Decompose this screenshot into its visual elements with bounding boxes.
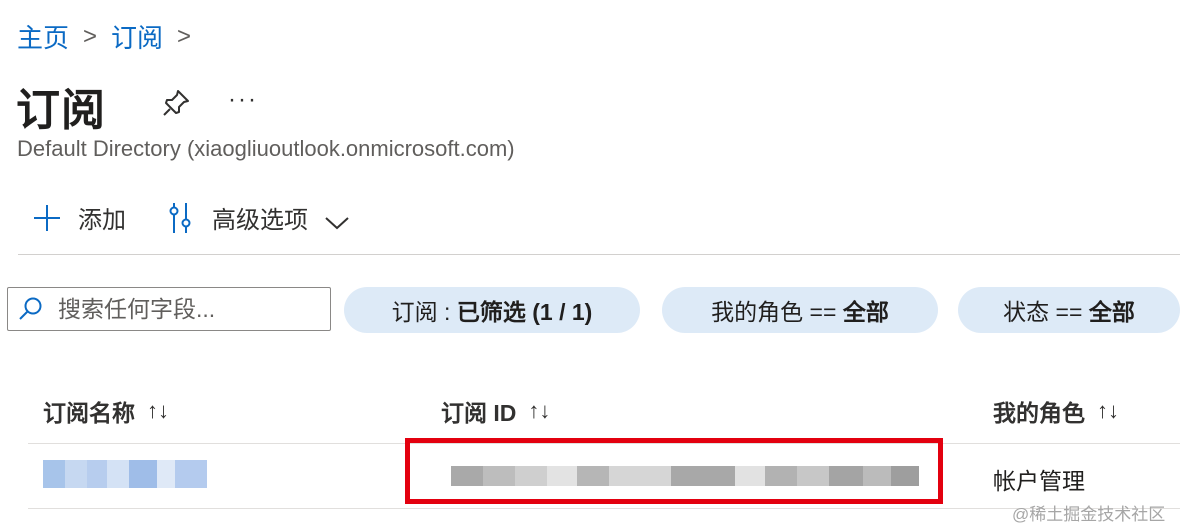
sort-arrows-icon[interactable]: ↑↓: [1097, 398, 1119, 424]
my-role-cell: 帐户管理: [993, 468, 1085, 494]
column-header-subscription-name[interactable]: 订阅名称 ↑↓: [43, 394, 169, 428]
search-box[interactable]: [7, 287, 331, 331]
breadcrumb-subscriptions[interactable]: 订阅: [111, 18, 163, 55]
column-header-my-role[interactable]: 我的角色 ↑↓: [993, 394, 1119, 428]
chevron-down-icon: [324, 210, 350, 229]
highlight-box-subscription-id: [405, 438, 943, 504]
filter-my-role-value: 全部: [842, 299, 889, 325]
pin-icon[interactable]: [160, 87, 192, 119]
breadcrumb-home[interactable]: 主页: [17, 18, 69, 55]
settings-sliders-icon: [168, 201, 192, 235]
sort-arrows-icon[interactable]: ↑↓: [528, 398, 550, 424]
filter-subscription-value: 已筛选 (1 / 1): [456, 299, 593, 325]
column-header-label: 订阅 ID: [441, 400, 517, 426]
column-header-label: 我的角色: [993, 400, 1085, 426]
chevron-right-icon: >: [83, 22, 98, 50]
column-header-subscription-id[interactable]: 订阅 ID ↑↓: [441, 394, 550, 428]
filter-status-key: 状态 ==: [1003, 299, 1089, 325]
advanced-options-button[interactable]: 高级选项: [168, 200, 350, 235]
watermark: @稀土掘金技术社区: [1012, 505, 1166, 524]
advanced-options-label: 高级选项: [212, 207, 308, 234]
search-input[interactable]: [56, 294, 320, 324]
filter-my-role[interactable]: 我的角色 == 全部: [662, 287, 938, 333]
table-row-divider: [28, 508, 1180, 509]
filter-subscription-key: 订阅 :: [391, 299, 457, 325]
directory-subtitle: Default Directory (xiaogliuoutlook.onmic…: [17, 136, 515, 161]
toolbar-divider: [18, 254, 1180, 255]
filter-subscription[interactable]: 订阅 : 已筛选 (1 / 1): [344, 287, 640, 333]
add-label: 添加: [78, 207, 126, 234]
more-options-icon[interactable]: ···: [228, 86, 258, 114]
subscription-name-link-blurred[interactable]: [43, 460, 207, 488]
sort-arrows-icon[interactable]: ↑↓: [147, 398, 169, 424]
chevron-right-icon: >: [177, 22, 192, 50]
filter-status[interactable]: 状态 == 全部: [958, 287, 1180, 333]
search-icon: [18, 296, 44, 322]
filter-my-role-key: 我的角色 ==: [711, 299, 843, 325]
filter-status-value: 全部: [1088, 299, 1135, 325]
plus-icon: [32, 203, 62, 233]
add-button[interactable]: 添加: [32, 200, 126, 235]
page-title: 订阅: [16, 86, 106, 135]
breadcrumb: 主页 > 订阅 >: [17, 18, 205, 55]
column-header-label: 订阅名称: [43, 400, 135, 426]
